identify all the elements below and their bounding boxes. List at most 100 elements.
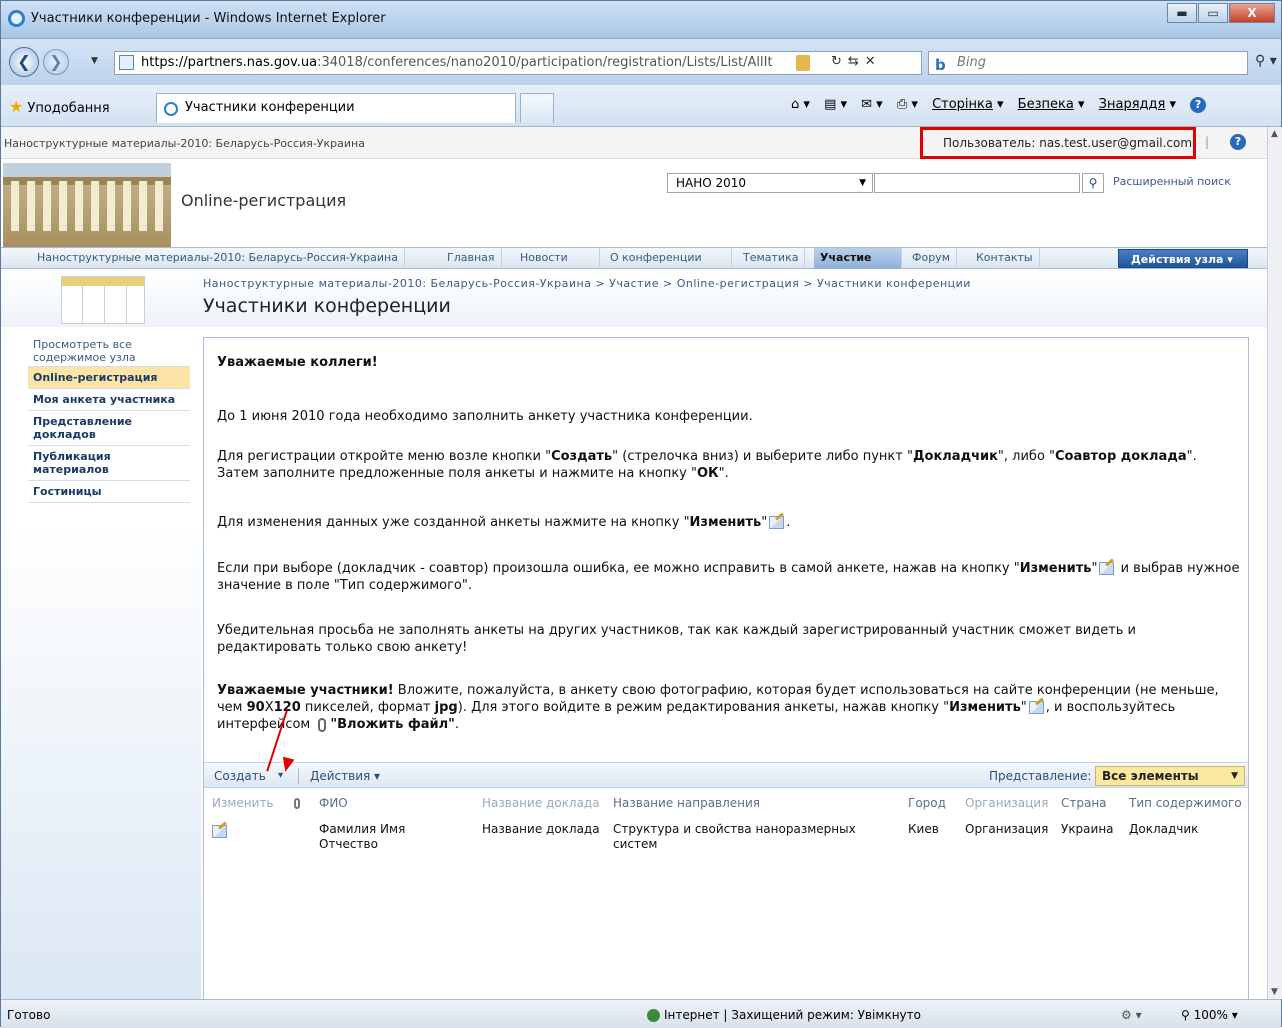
cell-report: Название доклада: [482, 822, 600, 836]
safety-menu[interactable]: Безпека ▾: [1018, 97, 1085, 112]
page-viewport: Наноструктурные материалы-2010: Беларусь…: [1, 127, 1267, 999]
greeting: Уважаемые коллеги!: [217, 355, 378, 370]
help-icon[interactable]: ?: [1190, 97, 1207, 113]
page-menu[interactable]: Сторінка ▾: [932, 97, 1003, 112]
window-title: Участники конференции - Windows Internet…: [31, 11, 386, 26]
status-text: Готово: [7, 1008, 51, 1022]
cell-country: Украина: [1061, 822, 1114, 836]
nav-forum[interactable]: Форум: [906, 248, 957, 269]
top-navigation: Наноструктурные материалы-2010: Беларусь…: [1, 247, 1267, 269]
separator: |: [1205, 135, 1210, 149]
site-logo[interactable]: [3, 163, 171, 247]
quick-view-all-content[interactable]: Просмотреть все содержимое узла: [28, 336, 190, 367]
col-organization[interactable]: Организация: [965, 796, 1048, 810]
title-area: Наноструктурные материалы-2010: Беларусь…: [1, 269, 1267, 327]
list-header: Изменить ФИО Название доклада Название н…: [204, 794, 1248, 814]
search-scope-select[interactable]: НАНО 2010 ▼: [667, 173, 873, 193]
row-edit-icon[interactable]: [212, 824, 227, 839]
col-direction[interactable]: Название направления: [613, 796, 760, 810]
col-fio[interactable]: ФИО: [319, 796, 348, 810]
nav-contacts[interactable]: Контакты: [970, 248, 1040, 269]
site-actions-button[interactable]: Действия узла ▾: [1118, 249, 1248, 268]
site-help-icon[interactable]: ?: [1230, 134, 1246, 150]
col-city[interactable]: Город: [908, 796, 946, 810]
view-select[interactable]: Все элементы ▼: [1095, 766, 1245, 786]
close-button[interactable]: X: [1229, 3, 1275, 23]
quick-launch: Просмотреть все содержимое узла Online-р…: [28, 336, 190, 503]
advanced-search-link[interactable]: Расширенный поиск: [1113, 175, 1231, 188]
ie-icon: [8, 10, 25, 27]
forward-button[interactable]: ❯: [43, 49, 69, 75]
print-icon[interactable]: ⎙ ▾: [897, 97, 918, 112]
breadcrumb[interactable]: Наноструктурные материалы-2010: Беларусь…: [203, 277, 971, 290]
nav-main[interactable]: Главная: [441, 248, 502, 269]
security-zone[interactable]: Інтернет | Захищений режим: Увімкнуто: [647, 1008, 921, 1022]
paragraph-register: Для регистрации откройте меню возле кноп…: [217, 449, 1197, 481]
site-search-icon[interactable]: ⚲: [1082, 173, 1104, 193]
scroll-down-icon[interactable]: ▼: [1271, 987, 1278, 997]
nav-news[interactable]: Новости: [514, 248, 600, 269]
zoom-level[interactable]: ⚲ 100% ▾: [1181, 1008, 1238, 1022]
actions-menu[interactable]: Действия ▾: [310, 769, 380, 783]
status-bar: Готово Інтернет | Захищений режим: Увімк…: [1, 999, 1281, 1028]
col-report[interactable]: Название доклада: [482, 796, 600, 810]
create-button[interactable]: Создать: [214, 769, 266, 783]
cell-organization: Организация: [965, 822, 1049, 836]
site-search-input[interactable]: [874, 173, 1080, 193]
search-input[interactable]: b Bing: [928, 51, 1248, 75]
create-menu-chevron-icon[interactable]: ▾: [278, 770, 283, 781]
attachment-column-icon[interactable]: [294, 798, 300, 809]
home-icon[interactable]: ⌂ ▾: [791, 97, 810, 112]
mail-icon[interactable]: ✉ ▾: [861, 97, 883, 112]
ie-tab-icon: [164, 102, 178, 116]
col-country[interactable]: Страна: [1061, 796, 1107, 810]
address-tools[interactable]: ↻⇆✕: [831, 54, 882, 69]
site-header: Online-регистрация НАНО 2010 ▼ ⚲ Расширен…: [1, 159, 1267, 247]
quick-reports[interactable]: Представление докладов: [28, 411, 190, 446]
nav-about[interactable]: О конференции: [604, 248, 732, 269]
nav-topics[interactable]: Тематика: [737, 248, 806, 269]
table-row[interactable]: Фамилия Имя Отчество Название доклада Ст…: [204, 820, 1248, 860]
user-menu[interactable]: Пользователь: nas.test.user@gmail.com: [920, 127, 1196, 159]
new-tab-button[interactable]: [520, 93, 554, 123]
view-label: Представление:: [989, 769, 1092, 783]
cell-fio[interactable]: Фамилия Имя Отчество: [319, 822, 429, 852]
nav-home-site[interactable]: Наноструктурные материалы-2010: Беларусь…: [31, 248, 405, 269]
bing-icon: b: [935, 56, 946, 74]
star-icon: ★: [9, 97, 24, 116]
tools-menu[interactable]: Знаряддя ▾: [1099, 97, 1176, 112]
feeds-icon[interactable]: ▤ ▾: [824, 97, 847, 112]
maximize-button[interactable]: ▭: [1198, 3, 1228, 23]
quick-hotels[interactable]: Гостиницы: [28, 481, 190, 503]
edit-icon: [1028, 701, 1044, 714]
address-bar-row: ❮ ❯ ▼ https://partners.nas.gov.ua:34018/…: [1, 39, 1281, 85]
lock-icon[interactable]: [796, 55, 810, 71]
protected-mode-icon[interactable]: ⚙ ▾: [1121, 1008, 1142, 1022]
quick-online-registration[interactable]: Online-регистрация: [28, 367, 190, 389]
vertical-scrollbar[interactable]: ▲ ▼: [1267, 127, 1282, 999]
paragraph-error: Если при выборе (докладчик - соавтор) пр…: [217, 561, 1240, 593]
quick-publication[interactable]: Публикация материалов: [28, 446, 190, 481]
top-site-link[interactable]: Наноструктурные материалы-2010: Беларусь…: [4, 137, 365, 150]
back-button[interactable]: ❮: [9, 47, 39, 77]
scroll-up-icon[interactable]: ▲: [1271, 129, 1278, 139]
nav-participation[interactable]: Участие: [814, 248, 902, 269]
minimize-button[interactable]: ▬: [1167, 3, 1197, 23]
col-edit[interactable]: Изменить: [212, 796, 274, 810]
col-content-type[interactable]: Тип содержимого: [1129, 796, 1242, 810]
browser-tab[interactable]: Участники конференции: [156, 93, 516, 123]
title-bar: Участники конференции - Windows Internet…: [1, 1, 1281, 39]
quick-my-form[interactable]: Моя анкета участника: [28, 389, 190, 411]
cell-city: Киев: [908, 822, 939, 836]
search-icon[interactable]: ⚲ ▾: [1255, 53, 1277, 69]
favorites-bar: ★ Уподобання Участники конференции ⌂ ▾ ▤…: [1, 85, 1281, 127]
attachment-icon: [318, 717, 327, 732]
browser-window: Участники конференции - Windows Internet…: [0, 0, 1282, 1028]
paragraph-request: Убедительная просьба не заполнять анкеты…: [217, 623, 1137, 655]
favorites-button[interactable]: ★ Уподобання: [9, 97, 110, 116]
main-content: Уважаемые коллеги! До 1 июня 2010 года н…: [203, 337, 1249, 999]
recent-pages-dropdown-icon[interactable]: ▼: [91, 56, 98, 66]
site-title[interactable]: Online-регистрация: [181, 191, 346, 210]
chevron-down-icon: ▼: [1231, 771, 1238, 781]
edit-icon: [769, 516, 785, 529]
